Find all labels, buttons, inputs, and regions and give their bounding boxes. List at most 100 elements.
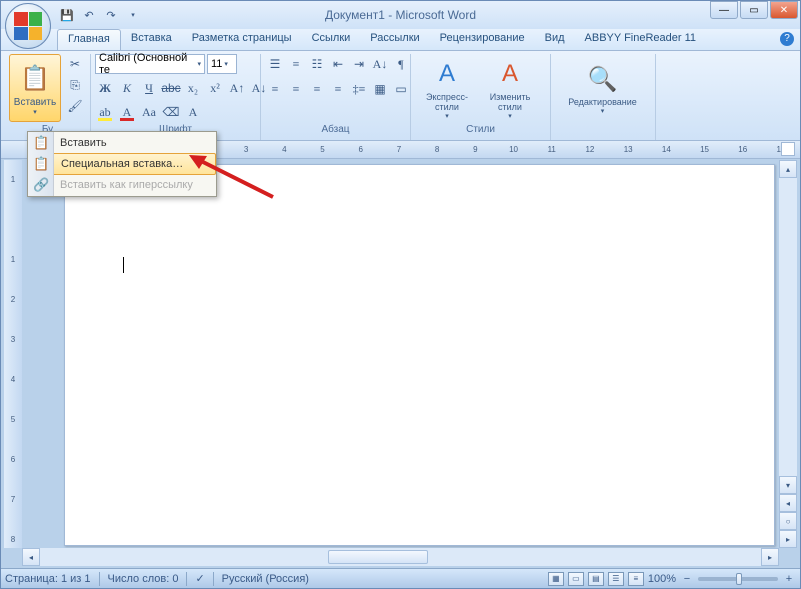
align-center-button[interactable]: ≡ xyxy=(286,79,306,99)
clear-format-button[interactable]: ⌫ xyxy=(161,102,181,122)
font-size-select[interactable]: 11▾ xyxy=(207,54,237,74)
qat-customize-icon[interactable]: ▾ xyxy=(123,5,143,25)
group-font: Calibri (Основной те▾ 11▾ Ж К Ч abc x₂ x… xyxy=(91,54,261,140)
align-right-button[interactable]: ≡ xyxy=(307,79,327,99)
change-styles-button[interactable]: A Изменить стили ▾ xyxy=(481,54,539,122)
copy-button[interactable]: ⎘ xyxy=(65,75,85,95)
document-page[interactable] xyxy=(64,164,775,546)
scroll-thumb-horizontal[interactable] xyxy=(328,550,428,564)
tab-references[interactable]: Ссылки xyxy=(302,29,361,50)
font-name-select[interactable]: Calibri (Основной те▾ xyxy=(95,54,205,74)
hyperlink-icon: 🔗 xyxy=(33,177,53,193)
grow-font-button[interactable]: A↑ xyxy=(227,78,247,98)
status-language[interactable]: Русский (Россия) xyxy=(222,573,309,585)
scrollbar-horizontal[interactable]: ◂ ▸ xyxy=(22,548,779,566)
word-window: 💾 ↶ ↷ ▾ Документ1 - Microsoft Word — ▭ ✕… xyxy=(0,0,801,589)
subscript-button[interactable]: x₂ xyxy=(183,78,203,98)
ruler-toggle[interactable] xyxy=(781,142,795,156)
align-left-button[interactable]: ≡ xyxy=(265,79,285,99)
tab-mailings[interactable]: Рассылки xyxy=(360,29,429,50)
group-clipboard: 📋 Вставить ▾ ✂ ⎘ 🖌 Бу xyxy=(5,54,91,140)
paste-button[interactable]: 📋 Вставить ▾ xyxy=(9,54,61,122)
increase-indent-button[interactable]: ⇥ xyxy=(349,54,369,74)
scroll-left-button[interactable]: ◂ xyxy=(22,548,40,566)
tab-page-layout[interactable]: Разметка страницы xyxy=(182,29,302,50)
group-editing: 🔍 Редактирование ▾ xyxy=(551,54,656,140)
view-draft[interactable]: ≡ xyxy=(628,572,644,586)
browse-object-button[interactable]: ○ xyxy=(779,512,797,530)
status-words[interactable]: Число слов: 0 xyxy=(108,573,179,585)
styles-icon: A xyxy=(431,58,463,90)
tab-insert[interactable]: Вставка xyxy=(121,29,182,50)
redo-icon[interactable]: ↷ xyxy=(101,5,121,25)
cut-button[interactable]: ✂ xyxy=(65,54,85,74)
bullets-button[interactable]: ☰ xyxy=(265,54,285,74)
line-spacing-button[interactable]: ‡≡ xyxy=(349,79,369,99)
titlebar: 💾 ↶ ↷ ▾ Документ1 - Microsoft Word — ▭ ✕ xyxy=(1,1,800,29)
find-button[interactable]: 🔍 Редактирование ▾ xyxy=(555,54,650,122)
tab-review[interactable]: Рецензирование xyxy=(430,29,535,50)
chevron-down-icon: ▾ xyxy=(33,108,37,116)
scroll-down-button[interactable]: ▾ xyxy=(779,476,797,494)
menu-paste-special[interactable]: 📋 Специальная вставка… xyxy=(28,153,216,175)
clipboard-icon: 📋 xyxy=(19,63,51,95)
next-page-button[interactable]: ▸ xyxy=(779,530,797,548)
menu-paste[interactable]: 📋 Вставить xyxy=(28,132,216,154)
quick-styles-button[interactable]: A Экспресс-стили ▾ xyxy=(415,54,479,122)
zoom-out-button[interactable]: − xyxy=(680,573,694,585)
clipboard-special-icon: 📋 xyxy=(33,156,53,172)
status-proofing-icon[interactable]: ✓ xyxy=(195,572,204,585)
tab-view[interactable]: Вид xyxy=(535,29,575,50)
decrease-indent-button[interactable]: ⇤ xyxy=(328,54,348,74)
view-outline[interactable]: ☰ xyxy=(608,572,624,586)
show-marks-button[interactable]: ¶ xyxy=(391,54,411,74)
maximize-button[interactable]: ▭ xyxy=(740,1,768,19)
borders-button[interactable]: ▭ xyxy=(391,79,411,99)
ruler-vertical[interactable]: 112345678 xyxy=(4,160,22,548)
clipboard-icon: 📋 xyxy=(33,135,53,151)
zoom-slider[interactable] xyxy=(698,577,778,581)
office-button[interactable] xyxy=(5,3,51,49)
prev-page-button[interactable]: ◂ xyxy=(779,494,797,512)
view-web[interactable]: ▤ xyxy=(588,572,604,586)
tab-finereader[interactable]: ABBYY FineReader 11 xyxy=(575,29,707,50)
char-border-button[interactable]: A xyxy=(183,102,203,122)
underline-button[interactable]: Ч xyxy=(139,78,159,98)
numbering-button[interactable]: ≡ xyxy=(286,54,306,74)
scroll-up-button[interactable]: ▴ xyxy=(779,160,797,178)
view-print-layout[interactable]: ▦ xyxy=(548,572,564,586)
scroll-right-button[interactable]: ▸ xyxy=(761,548,779,566)
window-title: Документ1 - Microsoft Word xyxy=(325,8,476,22)
italic-button[interactable]: К xyxy=(117,78,137,98)
minimize-button[interactable]: — xyxy=(710,1,738,19)
save-icon[interactable]: 💾 xyxy=(57,5,77,25)
binoculars-icon: 🔍 xyxy=(587,63,619,95)
multilevel-button[interactable]: ☷ xyxy=(307,54,327,74)
bold-button[interactable]: Ж xyxy=(95,78,115,98)
ribbon: 📋 Вставить ▾ ✂ ⎘ 🖌 Бу Calibri (Основной … xyxy=(1,51,800,141)
zoom-percent[interactable]: 100% xyxy=(648,573,676,585)
zoom-in-button[interactable]: + xyxy=(782,573,796,585)
highlight-button[interactable]: ab xyxy=(95,102,115,122)
format-painter-button[interactable]: 🖌 xyxy=(65,96,85,116)
sort-button[interactable]: A↓ xyxy=(370,54,390,74)
font-color-button[interactable]: A xyxy=(117,102,137,122)
strike-button[interactable]: abc xyxy=(161,78,181,98)
view-full-screen[interactable]: ▭ xyxy=(568,572,584,586)
undo-icon[interactable]: ↶ xyxy=(79,5,99,25)
close-button[interactable]: ✕ xyxy=(770,1,798,19)
menu-paste-hyperlink: 🔗 Вставить как гиперссылку xyxy=(28,174,216,196)
justify-button[interactable]: ≡ xyxy=(328,79,348,99)
change-styles-icon: A xyxy=(494,58,526,90)
help-icon[interactable]: ? xyxy=(780,32,794,46)
statusbar: Страница: 1 из 1 Число слов: 0 ✓ Русский… xyxy=(1,568,800,588)
ribbon-tabs: Главная Вставка Разметка страницы Ссылки… xyxy=(1,29,800,51)
change-case-button[interactable]: Aa xyxy=(139,102,159,122)
tab-home[interactable]: Главная xyxy=(57,29,121,50)
zoom-thumb[interactable] xyxy=(736,573,742,585)
superscript-button[interactable]: x² xyxy=(205,78,225,98)
status-page[interactable]: Страница: 1 из 1 xyxy=(5,573,91,585)
text-cursor xyxy=(123,257,124,273)
scrollbar-vertical[interactable]: ▴ ▾ ◂ ○ ▸ xyxy=(779,160,797,548)
shading-button[interactable]: ▦ xyxy=(370,79,390,99)
